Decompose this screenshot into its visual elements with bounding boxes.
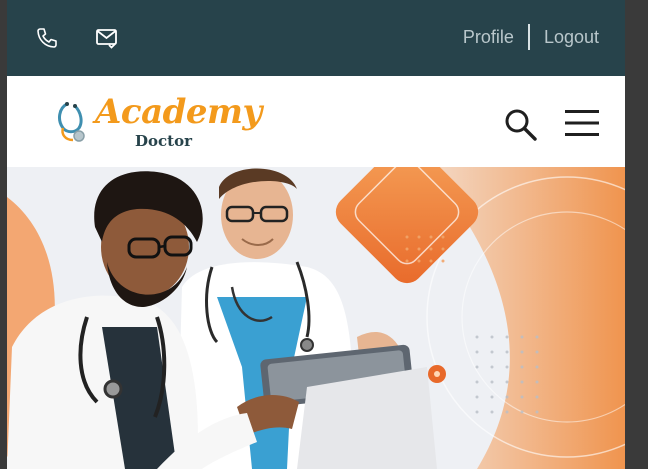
top-bar: Profile Logout	[7, 0, 625, 76]
doctors-with-tablet-photo	[7, 167, 625, 469]
link-divider	[527, 24, 530, 50]
stethoscope-logo-icon	[58, 102, 85, 142]
account-links: Profile Logout	[463, 24, 599, 50]
search-icon[interactable]	[502, 106, 538, 142]
hero-image	[7, 167, 625, 469]
logo-subtitle: Doctor	[135, 132, 192, 150]
mail-check-icon[interactable]	[95, 26, 119, 50]
profile-link[interactable]: Profile	[463, 27, 514, 48]
logout-link[interactable]: Logout	[544, 27, 599, 48]
academy-doctor-logo[interactable]: Academy Doctor	[57, 90, 262, 154]
phone-icon[interactable]	[35, 26, 59, 50]
site-header: Academy Doctor	[7, 76, 625, 167]
mobile-page: Profile Logout Academy Doctor	[7, 0, 625, 469]
logo-title: Academy	[95, 92, 262, 132]
hamburger-menu-icon[interactable]	[564, 108, 600, 138]
